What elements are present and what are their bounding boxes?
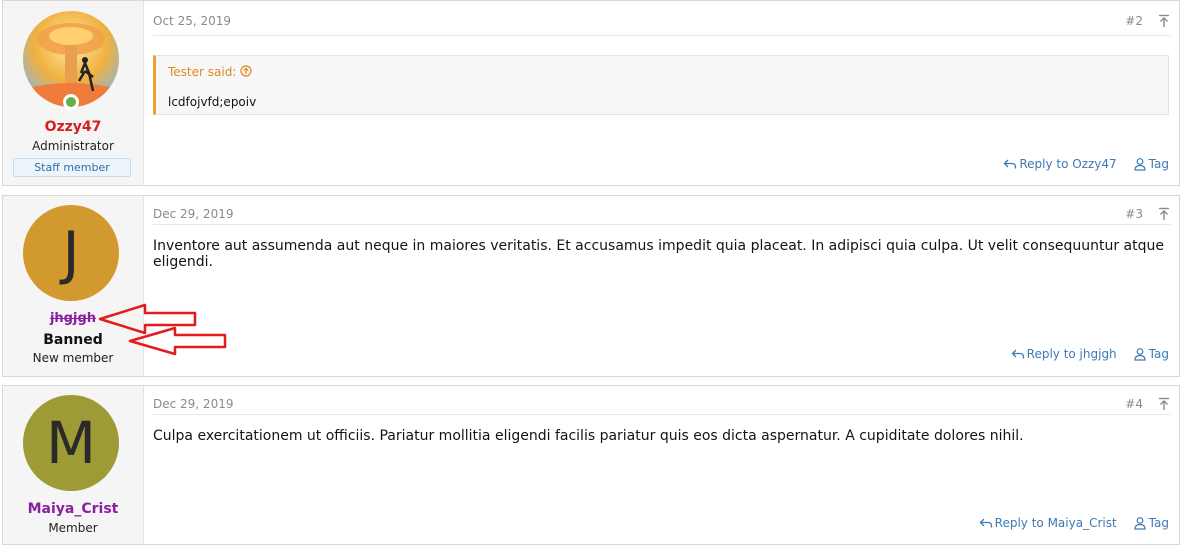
quote-body: lcdfojvfd;epoiv xyxy=(168,95,257,109)
post-actions: Reply to Maiya_Crist Tag xyxy=(979,516,1169,530)
tag-button[interactable]: Tag xyxy=(1133,516,1169,530)
tag-user-icon xyxy=(1134,517,1146,530)
user-title: New member xyxy=(32,351,114,365)
reply-icon xyxy=(1011,349,1024,359)
post-date[interactable]: Dec 29, 2019 xyxy=(153,397,233,411)
reply-button[interactable]: Reply to Ozzy47 xyxy=(1003,157,1117,171)
reply-label: Reply to jhgjgh xyxy=(1026,347,1117,361)
post-body: Culpa exercitationem ut officiis. Pariat… xyxy=(153,428,1024,444)
jump-to-top-icon[interactable] xyxy=(1157,207,1171,221)
user-column: Ozzy47 Administrator Staff member xyxy=(3,1,144,185)
tag-label: Tag xyxy=(1148,347,1169,361)
post-date[interactable]: Dec 29, 2019 xyxy=(153,207,233,221)
online-status-icon xyxy=(63,94,79,110)
quote-author: Tester said: xyxy=(168,65,237,79)
post-number[interactable]: #3 xyxy=(1125,207,1143,221)
header-divider xyxy=(153,414,1171,415)
post-2: Ozzy47 Administrator Staff member Oct 25… xyxy=(2,0,1180,186)
avatar-image xyxy=(23,11,119,107)
user-title: Member xyxy=(48,521,98,535)
tag-button[interactable]: Tag xyxy=(1133,347,1169,361)
jump-to-top-icon[interactable] xyxy=(1157,397,1171,411)
quote-block: Tester said: lcdfojvfd;epoiv xyxy=(153,55,1169,115)
tag-button[interactable]: Tag xyxy=(1133,157,1169,171)
header-divider xyxy=(153,35,1171,36)
username-link[interactable]: jhgjgh xyxy=(3,311,143,326)
avatar[interactable]: J xyxy=(23,205,119,301)
avatar[interactable] xyxy=(23,11,119,107)
tag-label: Tag xyxy=(1148,157,1169,171)
post-number[interactable]: #2 xyxy=(1125,14,1143,28)
post-4: M Maiya_Crist Member Dec 29, 2019 #4 Cul… xyxy=(2,385,1180,545)
banned-status: Banned xyxy=(43,332,103,348)
reply-label: Reply to Maiya_Crist xyxy=(994,516,1117,530)
post-3: J jhgjgh Banned New member Dec 29, 2019 … xyxy=(2,195,1180,377)
post-date[interactable]: Oct 25, 2019 xyxy=(153,14,231,28)
post-body: Inventore aut assumenda aut neque in mai… xyxy=(153,238,1164,270)
quote-up-icon[interactable] xyxy=(240,65,252,77)
user-title: Administrator xyxy=(32,139,114,153)
tag-label: Tag xyxy=(1148,516,1169,530)
tag-user-icon xyxy=(1134,348,1146,361)
reply-button[interactable]: Reply to jhgjgh xyxy=(1011,347,1117,361)
reply-icon xyxy=(1003,159,1017,169)
user-column: M Maiya_Crist Member xyxy=(3,386,144,544)
post-number[interactable]: #4 xyxy=(1125,397,1143,411)
tag-user-icon xyxy=(1134,158,1146,171)
avatar[interactable]: M xyxy=(23,395,119,491)
quote-author-link[interactable]: Tester said: xyxy=(168,65,252,79)
user-column: J jhgjgh Banned New member xyxy=(3,196,144,376)
post-actions: Reply to jhgjgh Tag xyxy=(1011,347,1169,361)
jump-to-top-icon[interactable] xyxy=(1157,14,1171,28)
reply-button[interactable]: Reply to Maiya_Crist xyxy=(979,516,1117,530)
reply-icon xyxy=(979,518,992,528)
post-actions: Reply to Ozzy47 Tag xyxy=(1003,157,1169,171)
reply-label: Reply to Ozzy47 xyxy=(1019,157,1117,171)
staff-badge: Staff member xyxy=(13,158,131,177)
header-divider xyxy=(153,224,1171,225)
username-link[interactable]: Ozzy47 xyxy=(3,119,143,135)
username-link[interactable]: Maiya_Crist xyxy=(3,501,143,517)
